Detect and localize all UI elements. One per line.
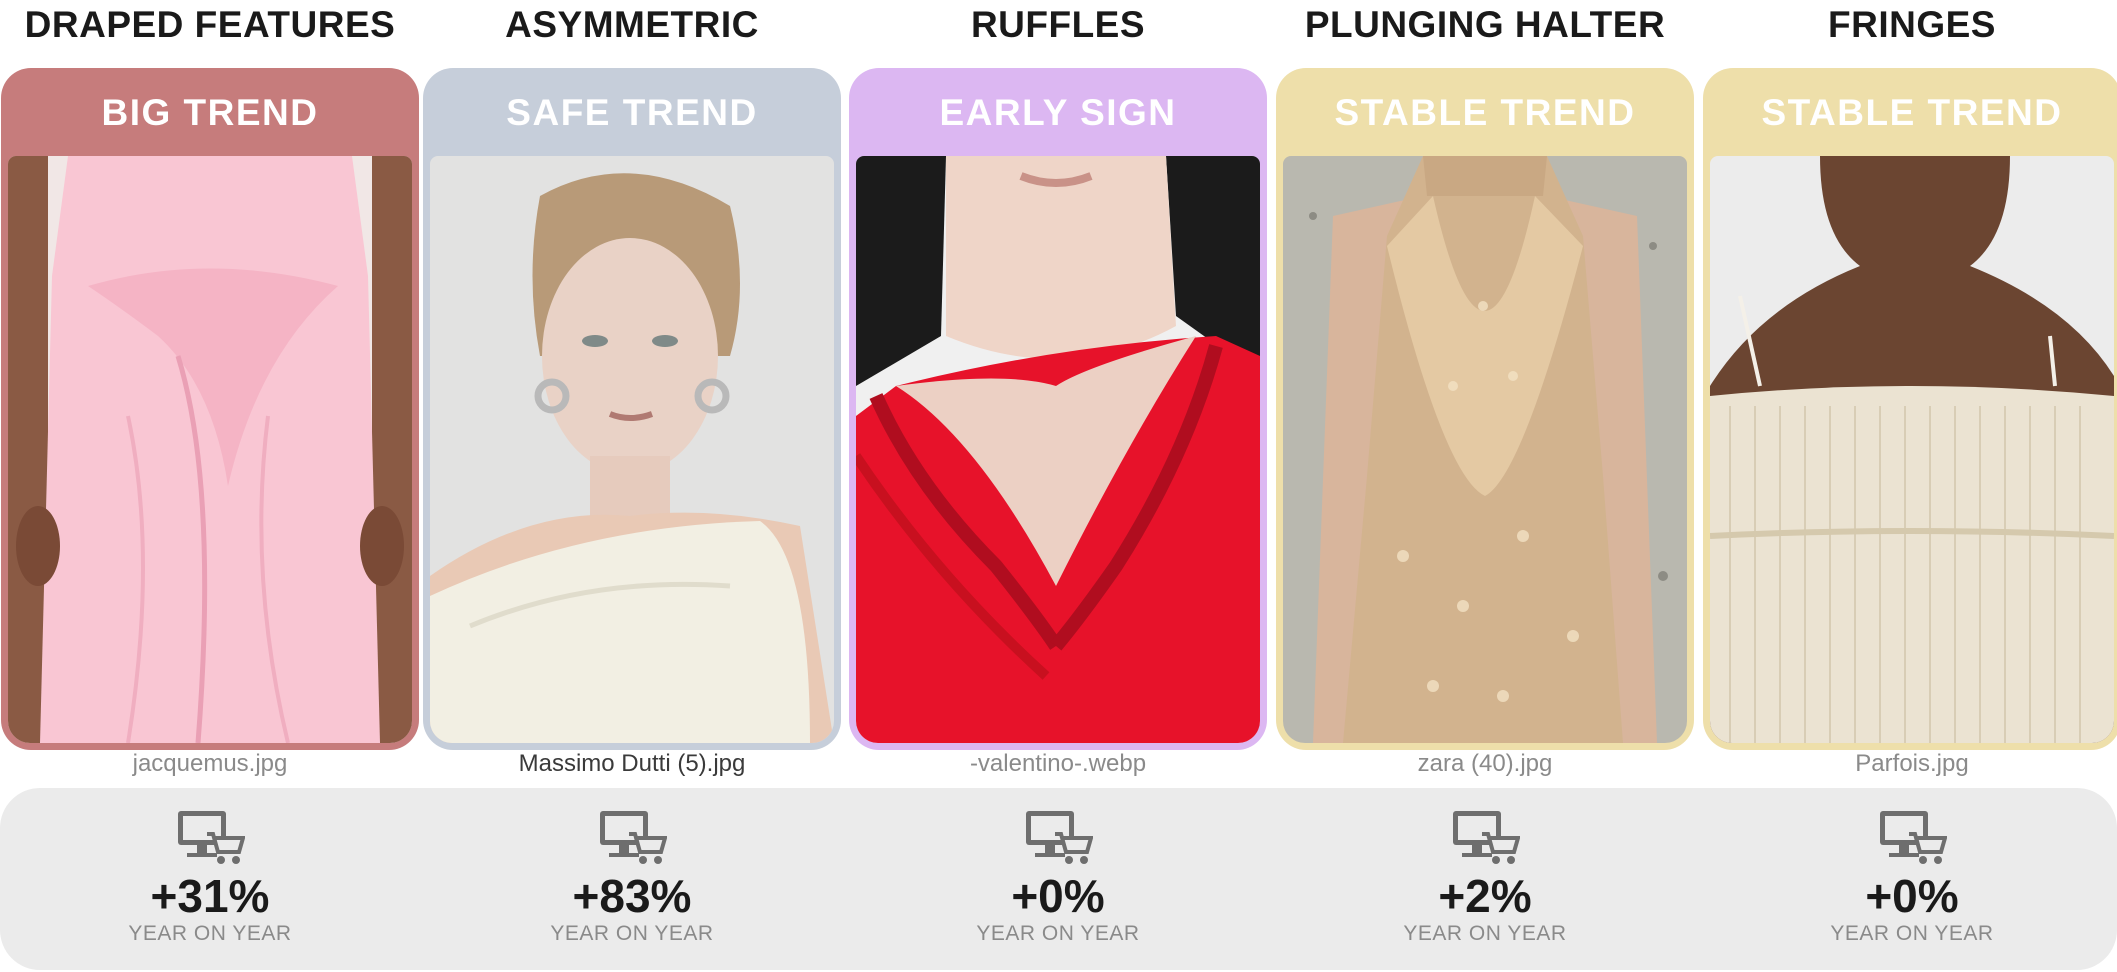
trend-card[interactable]: EARLY SIGN	[849, 68, 1267, 750]
stat-draped: +31% YEAR ON YEAR	[1, 808, 419, 946]
trend-badge: STABLE TREND	[1761, 92, 2063, 133]
product-photo	[8, 156, 412, 743]
yoy-label: YEAR ON YEAR	[1830, 922, 1994, 945]
stat-plunging-halter: +2% YEAR ON YEAR	[1276, 808, 1694, 946]
trend-badge: EARLY SIGN	[939, 92, 1177, 133]
trend-title: ASYMMETRIC	[505, 4, 759, 45]
trend-card[interactable]: STABLE TREND	[1703, 68, 2117, 750]
yoy-label: YEAR ON YEAR	[128, 922, 292, 945]
image-filename: jacquemus.jpg	[132, 750, 288, 777]
image-filename: -valentino-.webp	[969, 750, 1147, 777]
product-photo	[1283, 156, 1687, 743]
stat-asymmetric: +83% YEAR ON YEAR	[423, 808, 841, 946]
yoy-change: +31%	[150, 870, 270, 922]
trend-title: FRINGES	[1828, 4, 1996, 45]
yoy-change: +83%	[572, 870, 692, 922]
yoy-label: YEAR ON YEAR	[976, 922, 1140, 945]
image-filename: Parfois.jpg	[1855, 750, 1969, 777]
yoy-change: +2%	[1438, 870, 1532, 922]
online-shopping-icon	[1880, 811, 1947, 864]
product-photo	[856, 156, 1260, 743]
online-shopping-icon	[1026, 811, 1093, 864]
yoy-label: YEAR ON YEAR	[1403, 922, 1567, 945]
trend-title: DRAPED FEATURES	[24, 4, 396, 45]
online-shopping-icon	[1453, 811, 1520, 864]
stat-fringes: +0% YEAR ON YEAR	[1703, 808, 2117, 946]
trend-card[interactable]: SAFE TREND	[423, 68, 841, 750]
trend-title: PLUNGING HALTER	[1304, 4, 1666, 45]
trend-card[interactable]: BIG TREND	[1, 68, 419, 750]
trend-title: RUFFLES	[970, 4, 1146, 45]
yoy-label: YEAR ON YEAR	[550, 922, 714, 945]
online-shopping-icon	[178, 811, 245, 864]
yoy-change: +0%	[1865, 870, 1959, 922]
product-photo	[430, 156, 834, 743]
trend-card[interactable]: STABLE TREND	[1276, 68, 1694, 750]
online-shopping-icon	[600, 811, 667, 864]
trend-badge: STABLE TREND	[1334, 92, 1636, 133]
product-photo	[1710, 156, 2114, 743]
trend-badge: BIG TREND	[101, 92, 319, 133]
yoy-change: +0%	[1011, 870, 1105, 922]
image-filename: zara (40).jpg	[1417, 750, 1553, 777]
image-filename: Massimo Dutti (5).jpg	[518, 750, 746, 777]
stat-ruffles: +0% YEAR ON YEAR	[849, 808, 1267, 946]
trend-badge: SAFE TREND	[506, 92, 758, 133]
